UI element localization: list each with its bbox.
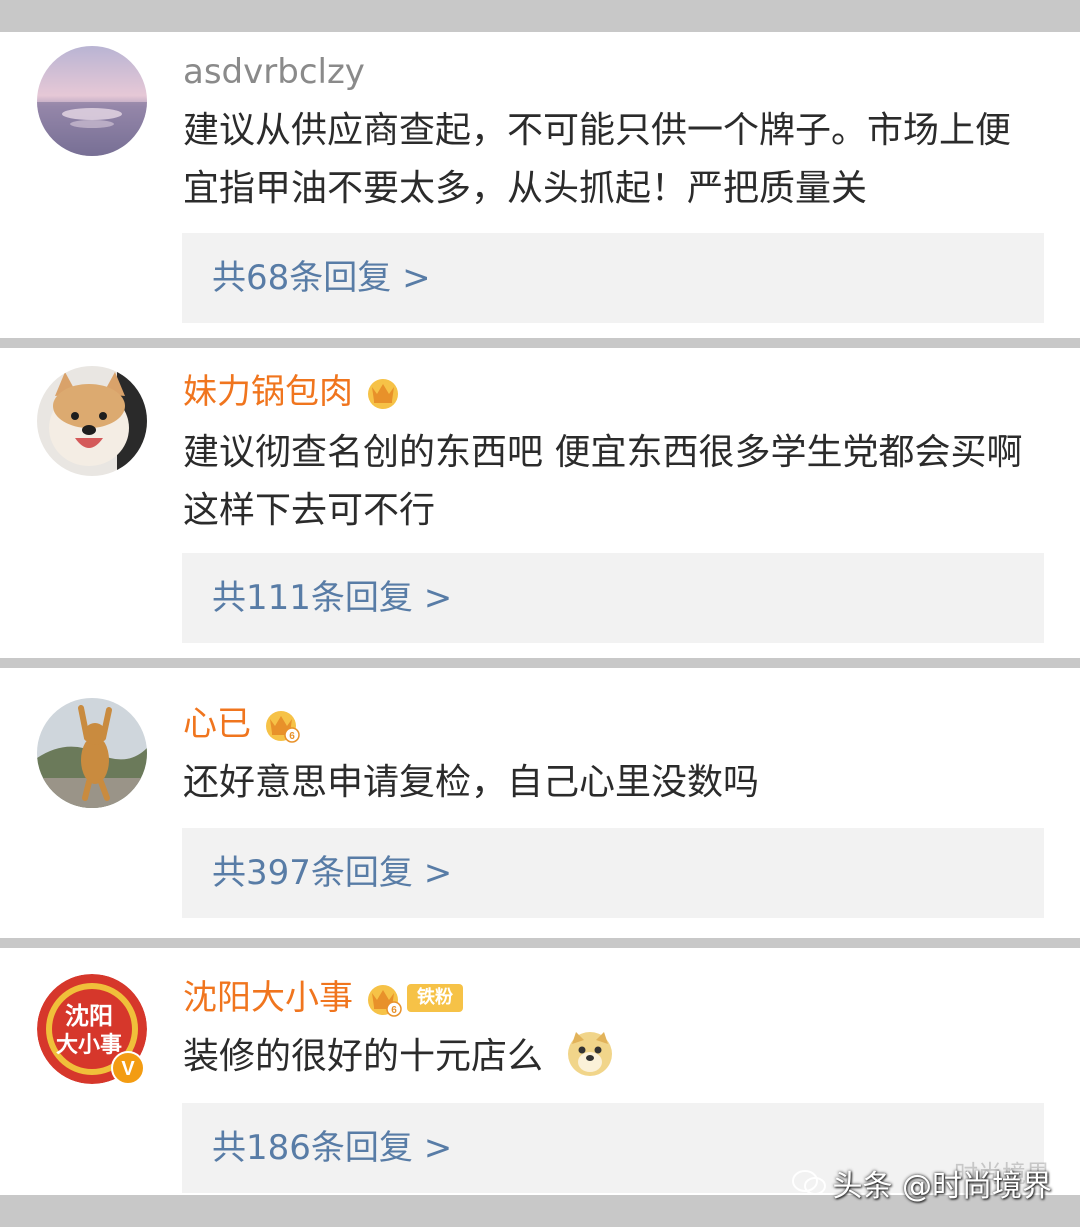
comment-text-body: 装修的很好的十元店么 xyxy=(183,1036,544,1077)
watermark: 头条 @时尚境界 xyxy=(792,1161,1052,1205)
reply-count-link[interactable]: 共186条回复 > xyxy=(212,1125,452,1171)
username-text[interactable]: 沈阳大小事 xyxy=(183,978,353,1018)
comment-card: 妹力锅包肉 建议彻查名创的东西吧 便宜东西很多学生党都会买啊 这样下去可不行 共… xyxy=(0,348,1080,658)
watermark-text: 头条 @时尚境界 xyxy=(832,1169,1052,1204)
sea-sunset-avatar[interactable] xyxy=(37,46,147,156)
crown-level-6-icon: 6 xyxy=(266,711,300,743)
comment-card: 心已 6 还好意思申请复检，自己心里没数吗 共397条回复 > xyxy=(0,668,1080,938)
svg-text:6: 6 xyxy=(391,1005,397,1016)
comment-text: 还好意思申请复检，自己心里没数吗 xyxy=(183,762,760,803)
comment-text: 建议从供应商查起，不可能只供一个牌子。市场上便宜指甲油不要太多，从头抓起！严把质… xyxy=(183,110,1012,209)
comment-card: 沈阳 大小事 V 沈阳大小事 6 铁粉 装修的很好的十元店么 共186条回复 > xyxy=(0,948,1080,1195)
wechat-icon xyxy=(792,1170,827,1195)
reply-box[interactable]: 共68条回复 > xyxy=(182,233,1044,323)
username[interactable]: 妹力锅包肉 xyxy=(183,372,403,412)
shiba-dog-avatar[interactable] xyxy=(37,366,147,476)
crown-level-6-icon: 6 xyxy=(368,985,402,1017)
reply-box[interactable]: 共111条回复 > xyxy=(182,553,1044,643)
comment-text: 装修的很好的十元店么 xyxy=(183,1028,1043,1086)
svg-text:6: 6 xyxy=(289,731,295,742)
username-text[interactable]: 心已 xyxy=(183,704,251,744)
svg-text:沈阳: 沈阳 xyxy=(65,1002,113,1030)
comment-text: 建议彻查名创的东西吧 便宜东西很多学生党都会买啊 这样下去可不行 xyxy=(183,432,1023,531)
dancing-cat-avatar[interactable] xyxy=(37,698,147,808)
reply-box[interactable]: 共397条回复 > xyxy=(182,828,1044,918)
username-text[interactable]: 妹力锅包肉 xyxy=(183,372,353,412)
crown-icon xyxy=(368,379,398,409)
reply-count-link[interactable]: 共397条回复 > xyxy=(212,850,452,896)
fan-tag: 铁粉 xyxy=(407,984,463,1012)
svg-text:V: V xyxy=(121,1058,135,1080)
reply-count-link[interactable]: 共111条回复 > xyxy=(212,575,452,621)
comment-card: asdvrbclzy 建议从供应商查起，不可能只供一个牌子。市场上便宜指甲油不要… xyxy=(0,32,1080,338)
username-text[interactable]: asdvrbclzy xyxy=(183,52,365,92)
username[interactable]: asdvrbclzy xyxy=(183,52,365,92)
verified-v-icon: V xyxy=(111,1051,145,1085)
username[interactable]: 心已 6 xyxy=(183,704,301,744)
username[interactable]: 沈阳大小事 6 铁粉 xyxy=(183,978,463,1018)
reply-count-link[interactable]: 共68条回复 > xyxy=(212,255,431,301)
doge-emoji-icon xyxy=(568,1032,613,1076)
